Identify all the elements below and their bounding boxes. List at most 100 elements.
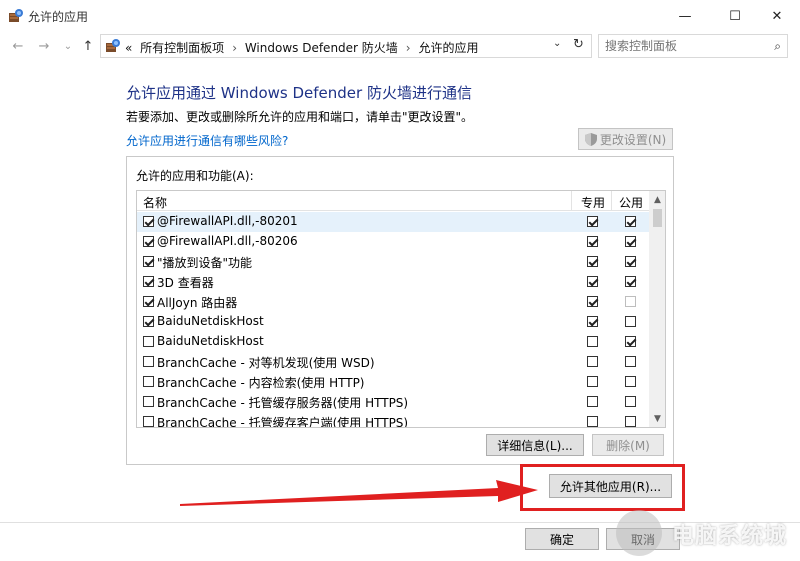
breadcrumb-item-all-control-panel[interactable]: 所有控制面板项 [140, 41, 224, 55]
app-enabled-checkbox[interactable] [143, 376, 154, 387]
table-row[interactable]: @FirewallAPI.dll,-80201 [137, 212, 649, 232]
private-network-checkbox[interactable] [587, 396, 598, 407]
public-network-checkbox[interactable] [625, 416, 636, 427]
maximize-button[interactable]: ☐ [712, 0, 758, 32]
app-enabled-checkbox[interactable] [143, 416, 154, 427]
recent-locations-chevron-icon[interactable]: ⌄ [58, 36, 78, 56]
private-network-checkbox[interactable] [587, 276, 598, 287]
table-row[interactable]: "播放到设备"功能 [137, 252, 649, 272]
breadcrumb-separator-icon[interactable]: › [232, 41, 237, 55]
search-input[interactable] [605, 38, 765, 54]
title-bar: 允许的应用 — ☐ ✕ [0, 0, 800, 32]
breadcrumb-separator-icon[interactable]: › [406, 41, 411, 55]
back-arrow-icon[interactable]: ← [8, 36, 28, 56]
search-box[interactable]: ⌕ [598, 34, 788, 58]
private-network-checkbox[interactable] [587, 356, 598, 367]
breadcrumb-overflow[interactable]: « [125, 41, 132, 55]
public-network-checkbox[interactable] [625, 396, 636, 407]
app-enabled-checkbox[interactable] [143, 316, 154, 327]
red-arrow-annotation [180, 480, 538, 506]
private-network-checkbox[interactable] [587, 376, 598, 387]
control-panel-icon [106, 39, 120, 52]
private-network-checkbox[interactable] [587, 336, 598, 347]
breadcrumb-item-allowed-apps[interactable]: 允许的应用 [418, 41, 478, 55]
table-row[interactable]: BranchCache - 托管缓存客户端(使用 HTTPS) [137, 412, 649, 428]
scroll-down-icon[interactable]: ▼ [649, 410, 665, 427]
window-title: 允许的应用 [28, 10, 89, 24]
column-divider[interactable] [611, 191, 612, 211]
app-enabled-checkbox[interactable] [143, 256, 154, 267]
forward-arrow-icon[interactable]: → [34, 36, 54, 56]
delete-button[interactable]: 删除(M) [592, 434, 664, 456]
address-bar[interactable]: « 所有控制面板项 › Windows Defender 防火墙 › 允许的应用 ⌄… [100, 34, 592, 58]
public-network-checkbox[interactable] [625, 316, 636, 327]
table-row[interactable]: BranchCache - 对等机发现(使用 WSD) [137, 352, 649, 372]
allowed-apps-label: 允许的应用和功能(A): [136, 169, 254, 183]
app-name: "播放到设备"功能 [157, 256, 253, 270]
breadcrumb-item-firewall[interactable]: Windows Defender 防火墙 [245, 41, 398, 55]
app-name: @FirewallAPI.dll,-80201 [157, 214, 298, 228]
public-network-checkbox[interactable] [625, 276, 636, 287]
scroll-thumb[interactable] [653, 209, 662, 227]
column-header-public[interactable]: 公用 [619, 194, 643, 211]
scroll-up-icon[interactable]: ▲ [649, 191, 665, 208]
risk-info-link[interactable]: 允许应用进行通信有哪些风险? [126, 132, 288, 149]
public-network-checkbox[interactable] [625, 356, 636, 367]
column-header-private[interactable]: 专用 [581, 194, 605, 211]
app-name: BranchCache - 对等机发现(使用 WSD) [157, 356, 375, 370]
list-rows: @FirewallAPI.dll,-80201 @FirewallAPI.dll,… [137, 212, 649, 428]
app-name: BranchCache - 内容检索(使用 HTTP) [157, 376, 365, 390]
app-name: @FirewallAPI.dll,-80206 [157, 234, 298, 248]
app-enabled-checkbox[interactable] [143, 216, 154, 227]
uac-shield-icon [584, 132, 597, 146]
private-network-checkbox[interactable] [587, 236, 598, 247]
table-row[interactable]: BranchCache - 内容检索(使用 HTTP) [137, 372, 649, 392]
page-description: 若要添加、更改或删除所允许的应用和端口，请单击"更改设置"。 [126, 110, 474, 124]
private-network-checkbox[interactable] [587, 416, 598, 427]
column-header-name[interactable]: 名称 [143, 194, 167, 211]
private-network-checkbox[interactable] [587, 216, 598, 227]
table-row[interactable]: BaiduNetdiskHost [137, 312, 649, 332]
table-row[interactable]: BaiduNetdiskHost [137, 332, 649, 352]
app-enabled-checkbox[interactable] [143, 396, 154, 407]
table-row[interactable]: BranchCache - 托管缓存服务器(使用 HTTPS) [137, 392, 649, 412]
close-button[interactable]: ✕ [754, 0, 800, 32]
allow-other-app-button[interactable]: 允许其他应用(R)... [549, 474, 672, 498]
public-network-checkbox[interactable] [625, 216, 636, 227]
change-settings-button[interactable]: 更改设置(N) [578, 128, 673, 150]
column-divider[interactable] [571, 191, 572, 211]
app-name: 3D 查看器 [157, 276, 214, 290]
public-network-checkbox[interactable] [625, 256, 636, 267]
table-row[interactable]: @FirewallAPI.dll,-80206 [137, 232, 649, 252]
watermark-logo-icon [616, 510, 662, 556]
app-name: BranchCache - 托管缓存客户端(使用 HTTPS) [157, 416, 409, 428]
refresh-icon[interactable]: ↻ [573, 37, 584, 52]
app-name: AllJoyn 路由器 [157, 296, 238, 310]
allowed-apps-list[interactable]: 名称 专用 公用 @FirewallAPI.dll,-80201 @Firewal… [136, 190, 666, 428]
ok-button[interactable]: 确定 [525, 528, 599, 550]
public-network-checkbox[interactable] [625, 296, 636, 307]
app-enabled-checkbox[interactable] [143, 356, 154, 367]
up-arrow-icon[interactable]: ↑ [78, 36, 98, 56]
firewall-app-icon [9, 9, 23, 22]
private-network-checkbox[interactable] [587, 296, 598, 307]
minimize-button[interactable]: — [662, 0, 708, 32]
app-enabled-checkbox[interactable] [143, 276, 154, 287]
app-enabled-checkbox[interactable] [143, 296, 154, 307]
vertical-scrollbar[interactable]: ▲ ▼ [649, 191, 665, 427]
address-dropdown-icon[interactable]: ⌄ [553, 38, 561, 49]
public-network-checkbox[interactable] [625, 336, 636, 347]
private-network-checkbox[interactable] [587, 316, 598, 327]
search-icon[interactable]: ⌕ [774, 39, 781, 54]
app-enabled-checkbox[interactable] [143, 336, 154, 347]
table-row[interactable]: AllJoyn 路由器 [137, 292, 649, 312]
watermark-text: 电脑系统城 [672, 524, 788, 549]
details-button[interactable]: 详细信息(L)... [486, 434, 584, 456]
app-enabled-checkbox[interactable] [143, 236, 154, 247]
table-row[interactable]: 3D 查看器 [137, 272, 649, 292]
page-title: 允许应用通过 Windows Defender 防火墙进行通信 [126, 84, 472, 102]
private-network-checkbox[interactable] [587, 256, 598, 267]
public-network-checkbox[interactable] [625, 376, 636, 387]
public-network-checkbox[interactable] [625, 236, 636, 247]
breadcrumb: « 所有控制面板项 › Windows Defender 防火墙 › 允许的应用 [125, 39, 482, 56]
